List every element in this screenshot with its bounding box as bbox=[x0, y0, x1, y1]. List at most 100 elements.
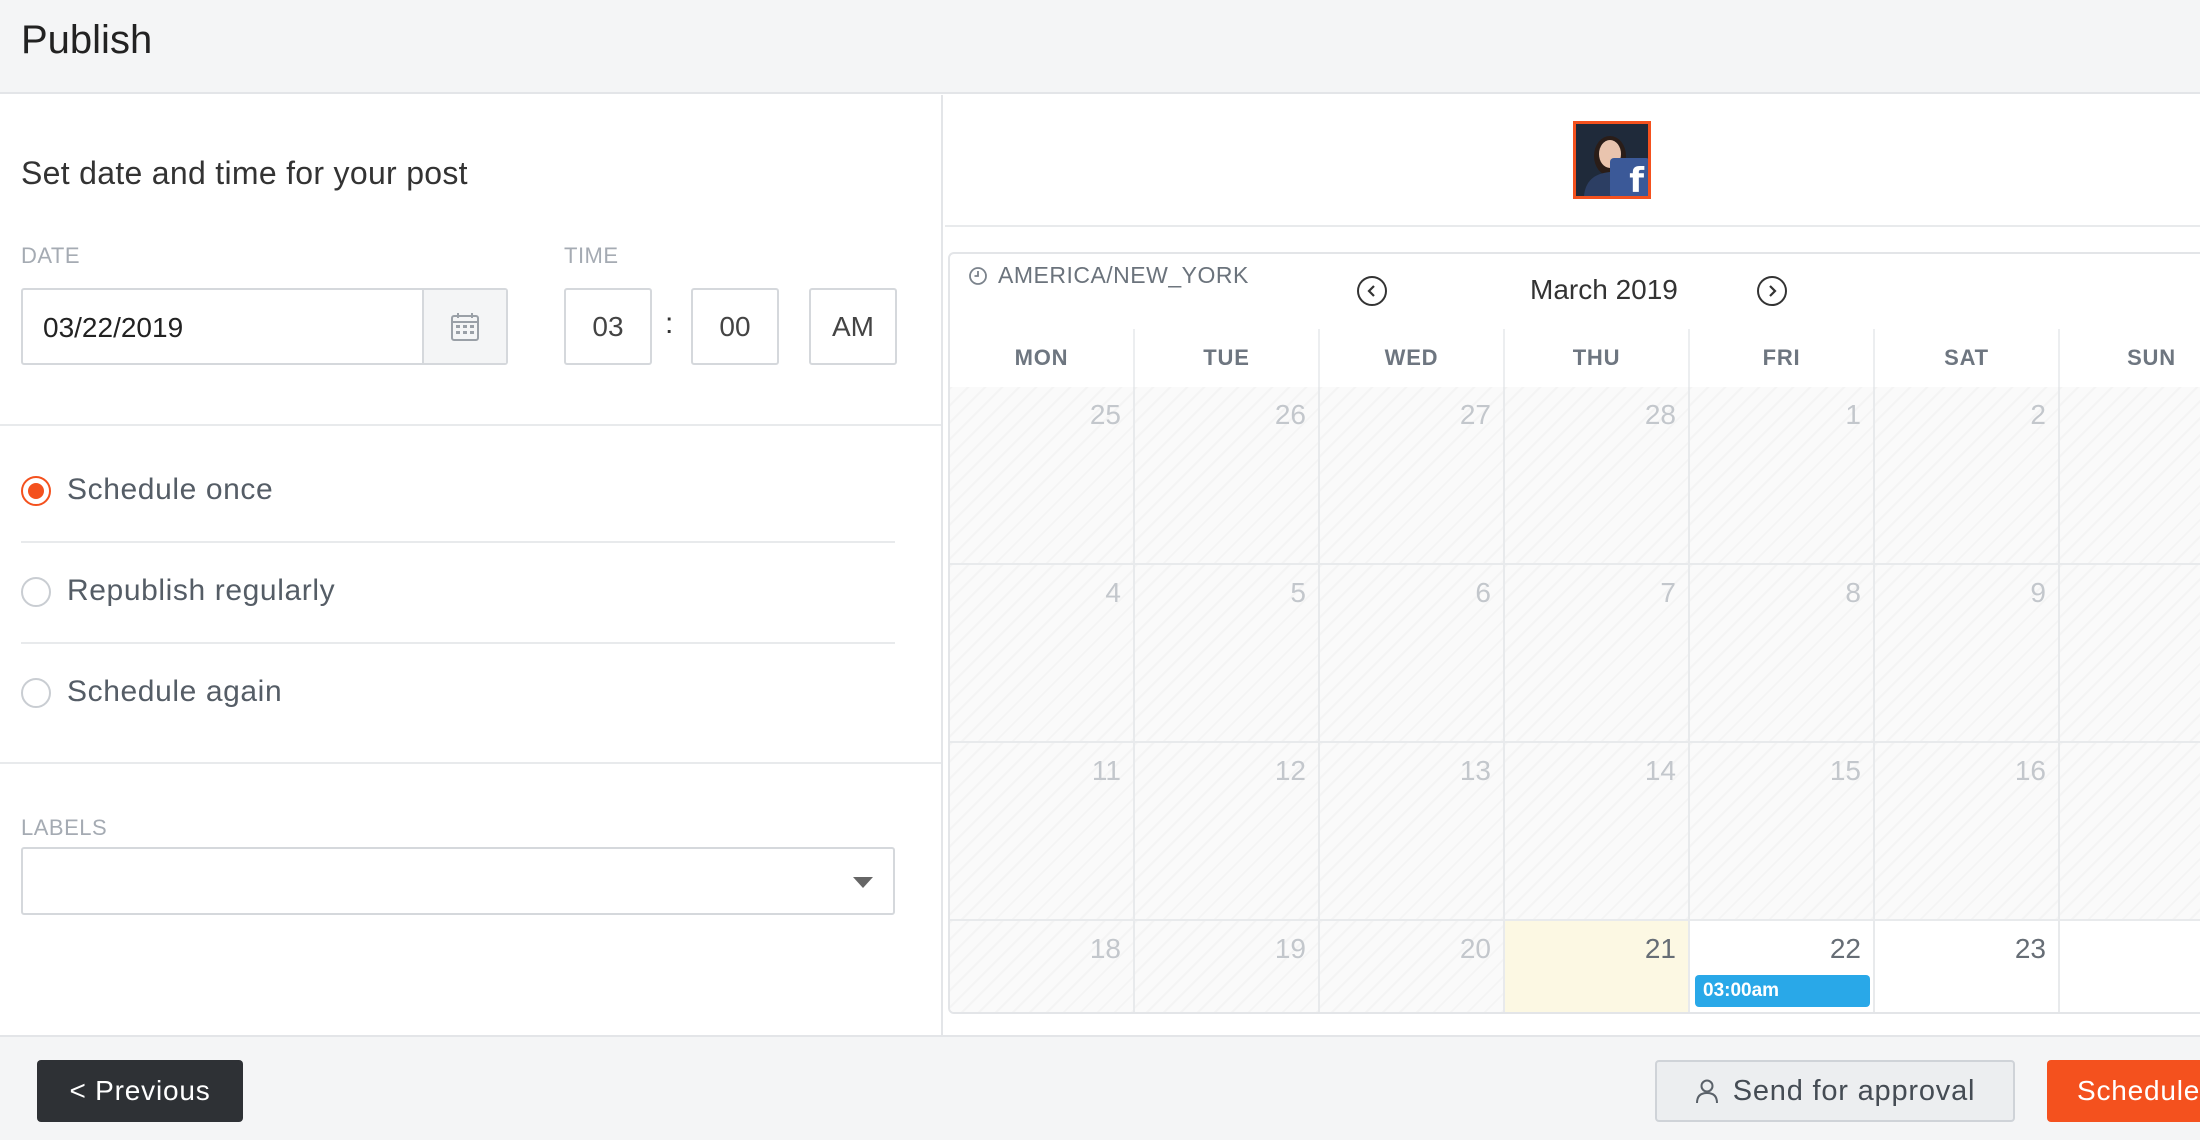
day-number: 23 bbox=[2014, 933, 2046, 964]
facebook-icon: f bbox=[1610, 158, 1648, 196]
date-field[interactable]: 03/22/2019 bbox=[21, 288, 508, 365]
day-number: 25 bbox=[1089, 399, 1121, 430]
calendar-day-cell[interactable] bbox=[2060, 743, 2200, 921]
calendar-day-cell[interactable]: 22 03:00am bbox=[1690, 921, 1875, 1012]
calendar-day-cell[interactable]: 6 bbox=[1320, 565, 1505, 743]
day-number: 5 bbox=[1290, 577, 1306, 608]
day-number: 4 bbox=[1105, 577, 1121, 608]
schedule-button[interactable]: Schedule bbox=[2047, 1060, 2200, 1122]
calendar-day-cell[interactable]: 5 bbox=[1135, 565, 1320, 743]
calendar-day-cell[interactable]: 21 bbox=[1505, 921, 1690, 1012]
day-number: 18 bbox=[1089, 933, 1121, 964]
time-label: TIME bbox=[564, 243, 619, 268]
weekday-fri: FRI bbox=[1690, 329, 1875, 387]
page-header: Publish bbox=[0, 0, 2200, 94]
previous-month-button[interactable] bbox=[1357, 276, 1387, 306]
calendar-day-cell[interactable]: 2 bbox=[1875, 387, 2060, 565]
calendar-day-cell[interactable]: 1 bbox=[1690, 387, 1875, 565]
option-republish-regularly[interactable]: Republish regularly bbox=[21, 542, 895, 642]
divider bbox=[945, 225, 2200, 227]
avatar[interactable]: f bbox=[1573, 121, 1651, 199]
calendar-day-cell[interactable]: 28 bbox=[1505, 387, 1690, 565]
date-value: 03/22/2019 bbox=[43, 312, 184, 343]
weekday-mon: MON bbox=[950, 329, 1135, 387]
ampm-field[interactable]: AM bbox=[809, 288, 897, 365]
calendar: AMERICA/NEW_YORK March 2019 MON TUE WED THU… bbox=[948, 252, 2200, 1014]
chevron-down-icon bbox=[853, 877, 873, 888]
calendar-day-cell[interactable]: 8 bbox=[1690, 565, 1875, 743]
calendar-picker-button[interactable] bbox=[422, 290, 506, 363]
chevron-left-icon bbox=[1367, 285, 1375, 297]
calendar-day-cell[interactable]: 16 bbox=[1875, 743, 2060, 921]
calendar-day-cell[interactable]: 7 bbox=[1505, 565, 1690, 743]
calendar-day-cell[interactable]: 27 bbox=[1320, 387, 1505, 565]
weekday-tue: TUE bbox=[1135, 329, 1320, 387]
user-icon bbox=[1695, 1079, 1718, 1104]
calendar-day-cell[interactable] bbox=[2060, 565, 2200, 743]
timezone-indicator: AMERICA/NEW_YORK bbox=[968, 262, 1249, 289]
calendar-day-cell[interactable]: 12 bbox=[1135, 743, 1320, 921]
calendar-day-cell[interactable]: 14 bbox=[1505, 743, 1690, 921]
day-number: 1 bbox=[1845, 399, 1861, 430]
day-number: 21 bbox=[1644, 933, 1676, 964]
calendar-day-cell[interactable]: 20 bbox=[1320, 921, 1505, 1012]
date-label: DATE bbox=[21, 243, 81, 268]
weekday-sat: SAT bbox=[1875, 329, 2060, 387]
day-number: 22 bbox=[1829, 933, 1861, 964]
day-number: 13 bbox=[1459, 755, 1491, 786]
previous-button[interactable]: < Previous bbox=[37, 1060, 243, 1122]
divider bbox=[0, 762, 941, 764]
calendar-grid: 25 26 27 28 1 2 4 5 6 7 8 9 11 12 13 14 15 16 18 19 20 21 22 03… bbox=[950, 387, 2200, 1012]
option-label: Republish regularly bbox=[67, 574, 336, 607]
labels-label: LABELS bbox=[21, 815, 108, 840]
time-separator: : bbox=[665, 307, 674, 340]
month-title: March 2019 bbox=[1530, 274, 1678, 305]
labels-select[interactable] bbox=[21, 847, 895, 915]
calendar-panel: f AMERICA/NEW_YORK March 2019 MON TUE WED T… bbox=[945, 95, 2200, 1035]
calendar-day-cell[interactable] bbox=[2060, 921, 2200, 1012]
day-number: 28 bbox=[1644, 399, 1676, 430]
send-for-approval-button[interactable]: Send for approval bbox=[1655, 1060, 2015, 1122]
calendar-day-cell[interactable]: 9 bbox=[1875, 565, 2060, 743]
calendar-day-cell[interactable]: 11 bbox=[950, 743, 1135, 921]
minute-field[interactable]: 00 bbox=[691, 288, 779, 365]
option-label: Schedule once bbox=[67, 473, 274, 506]
day-number: 14 bbox=[1644, 755, 1676, 786]
day-number: 16 bbox=[2014, 755, 2046, 786]
calendar-icon bbox=[451, 312, 479, 341]
calendar-day-cell[interactable]: 23 bbox=[1875, 921, 2060, 1012]
clock-icon bbox=[969, 266, 987, 285]
page-title: Publish bbox=[21, 18, 153, 62]
next-month-button[interactable] bbox=[1757, 276, 1787, 306]
radio-button-checked[interactable] bbox=[21, 476, 51, 506]
schedule-form-panel: Set date and time for your post DATE TIM… bbox=[0, 95, 943, 1035]
scheduled-post-event[interactable]: 03:00am bbox=[1695, 975, 1870, 1007]
day-number: 12 bbox=[1274, 755, 1306, 786]
weekday-header: MON TUE WED THU FRI SAT SUN bbox=[950, 329, 2200, 387]
weekday-thu: THU bbox=[1505, 329, 1690, 387]
calendar-day-cell[interactable]: 4 bbox=[950, 565, 1135, 743]
radio-button[interactable] bbox=[21, 577, 51, 607]
day-number: 7 bbox=[1660, 577, 1676, 608]
calendar-day-cell[interactable]: 18 bbox=[950, 921, 1135, 1012]
option-schedule-again[interactable]: Schedule again bbox=[21, 643, 895, 743]
calendar-day-cell[interactable] bbox=[2060, 387, 2200, 565]
calendar-day-cell[interactable]: 19 bbox=[1135, 921, 1320, 1012]
footer-bar: < Previous Send for approval Schedule bbox=[0, 1035, 2200, 1140]
calendar-day-cell[interactable]: 26 bbox=[1135, 387, 1320, 565]
calendar-day-cell[interactable]: 13 bbox=[1320, 743, 1505, 921]
day-number: 15 bbox=[1829, 755, 1861, 786]
hour-field[interactable]: 03 bbox=[564, 288, 652, 365]
day-number: 20 bbox=[1459, 933, 1491, 964]
calendar-day-cell[interactable]: 25 bbox=[950, 387, 1135, 565]
option-schedule-once[interactable]: Schedule once bbox=[21, 441, 895, 541]
day-number: 2 bbox=[2030, 399, 2046, 430]
section-title: Set date and time for your post bbox=[21, 155, 468, 191]
day-number: 27 bbox=[1459, 399, 1491, 430]
timezone-label: AMERICA/NEW_YORK bbox=[998, 262, 1249, 288]
option-label: Schedule again bbox=[67, 675, 283, 708]
day-number: 11 bbox=[1091, 755, 1121, 786]
radio-button[interactable] bbox=[21, 678, 51, 708]
day-number: 19 bbox=[1274, 933, 1306, 964]
calendar-day-cell[interactable]: 15 bbox=[1690, 743, 1875, 921]
